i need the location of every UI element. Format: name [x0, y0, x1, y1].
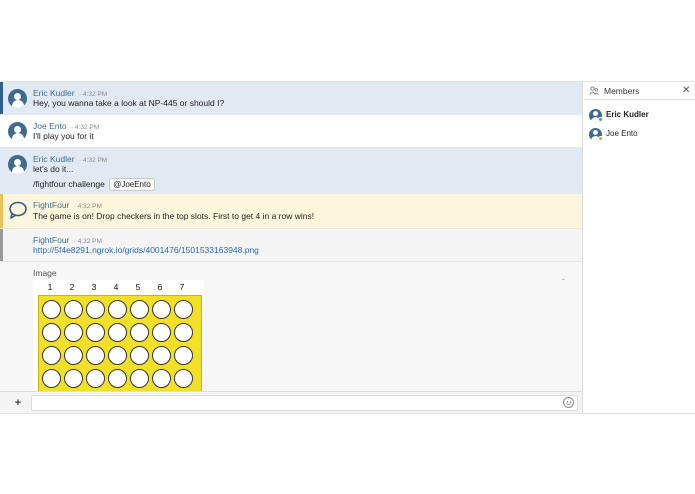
board-slot [130, 346, 149, 365]
command-text: /fightfour challenge [33, 179, 105, 189]
board-slot [64, 323, 83, 342]
board-slot [86, 300, 105, 319]
board-slot [152, 300, 171, 319]
column-number: 3 [91, 282, 97, 292]
image-label: Image [33, 268, 57, 278]
board-slot [42, 346, 61, 365]
chat-bubble-icon [9, 201, 27, 219]
members-panel: Members ✕ Eric Kudler Joe Ento [584, 82, 695, 413]
board-slot [42, 323, 61, 342]
online-status-dot [598, 136, 603, 141]
message-author[interactable]: Eric Kudler [33, 154, 75, 164]
message-text: The game is on! Drop checkers in the top… [33, 211, 315, 221]
members-icon [589, 86, 599, 95]
message-text: Hey, you wanna take a look at NP-445 or … [33, 98, 225, 108]
message-input[interactable] [31, 395, 578, 411]
bot-indicator [0, 194, 3, 228]
user-avatar-icon [8, 122, 27, 141]
add-attachment-button[interactable]: + [8, 396, 28, 411]
board-slot [174, 369, 193, 388]
board-slot [130, 300, 149, 319]
message-meta: Eric Kudler · 4:32 PM [33, 154, 107, 164]
image-attachment: Image ˆ 1 2 3 4 5 6 7 [0, 262, 582, 410]
message-time: · 4:32 PM [70, 124, 100, 131]
message-text: let's do it... [33, 164, 74, 174]
board-slot [42, 369, 61, 388]
message-author[interactable]: Eric Kudler [33, 88, 75, 98]
user-avatar-icon [8, 155, 27, 174]
board-slot [86, 369, 105, 388]
message-text: I'll play you for it [33, 131, 94, 141]
members-header: Members ✕ [584, 82, 695, 100]
column-number: 6 [157, 282, 163, 292]
message-time: · 4:32 PM [78, 91, 108, 98]
board-slot [152, 346, 171, 365]
board-slot [86, 323, 105, 342]
column-number: 1 [47, 282, 53, 292]
message-time: · 4:32 PM [78, 157, 108, 164]
board-slot [64, 369, 83, 388]
online-status-dot [598, 117, 603, 122]
message-meta: Joe Ento · 4:32 PM [33, 121, 99, 131]
column-number: 2 [69, 282, 75, 292]
message-time: · 4:32 PM [73, 203, 102, 210]
member-name: Eric Kudler [606, 110, 649, 119]
user-avatar-icon [8, 89, 27, 108]
member-item[interactable]: Eric Kudler [589, 108, 694, 124]
message-item: Eric Kudler · 4:32 PM Hey, you wanna tak… [0, 82, 582, 115]
board-slot [152, 323, 171, 342]
board-slot [108, 346, 127, 365]
image-link[interactable]: http://5f4e8291.ngrok.io/grids/4001476/1… [33, 245, 259, 255]
board-slot [108, 369, 127, 388]
message-item: Eric Kudler · 4:32 PM let's do it... /fi… [0, 148, 582, 194]
column-numbers: 1 2 3 4 5 6 7 [39, 282, 199, 296]
member-item[interactable]: Joe Ento [589, 127, 694, 143]
board-slot [64, 300, 83, 319]
message-command-line: /fightfour challenge @JoeEnto [33, 178, 155, 191]
board-slot [174, 323, 193, 342]
message-list: Eric Kudler · 4:32 PM Hey, you wanna tak… [0, 82, 583, 413]
selected-indicator [0, 82, 3, 114]
board-slot [42, 300, 61, 319]
chat-app: Eric Kudler · 4:32 PM Hey, you wanna tak… [0, 81, 695, 414]
board-slot [64, 346, 83, 365]
board-slot [174, 346, 193, 365]
board-slot [130, 369, 149, 388]
column-number: 7 [179, 282, 185, 292]
message-meta: FightFour · 4:32 PM [33, 235, 102, 245]
message-author[interactable]: Joe Ento [33, 121, 67, 131]
board-slot [108, 323, 127, 342]
board-slot [174, 300, 193, 319]
emoji-icon[interactable] [563, 397, 574, 408]
message-time: · 4:32 PM [73, 238, 102, 245]
user-mention[interactable]: @JoeEnto [109, 178, 155, 191]
message-link-line: http://5f4e8291.ngrok.io/grids/4001476/1… [33, 245, 259, 255]
board-slot [86, 346, 105, 365]
bot-indicator [0, 229, 3, 261]
member-name: Joe Ento [606, 129, 638, 138]
column-number: 5 [135, 282, 141, 292]
message-author[interactable]: FightFour [33, 235, 69, 245]
close-icon[interactable]: ✕ [682, 85, 690, 96]
board-slot [130, 323, 149, 342]
message-meta: Eric Kudler · 4:32 PM [33, 88, 107, 98]
board-slot [108, 300, 127, 319]
message-item: FightFour · 4:32 PM http://5f4e8291.ngro… [0, 229, 582, 262]
message-author[interactable]: FightFour [33, 200, 69, 210]
message-meta: FightFour · 4:32 PM [33, 200, 102, 210]
message-composer: + [0, 391, 582, 413]
members-title: Members [604, 86, 640, 96]
message-item: Joe Ento · 4:32 PM I'll play you for it [0, 115, 582, 148]
board-slot [152, 369, 171, 388]
message-item: FightFour · 4:32 PM The game is on! Drop… [0, 194, 582, 229]
column-number: 4 [113, 282, 119, 292]
collapse-icon[interactable]: ˆ [562, 278, 565, 287]
